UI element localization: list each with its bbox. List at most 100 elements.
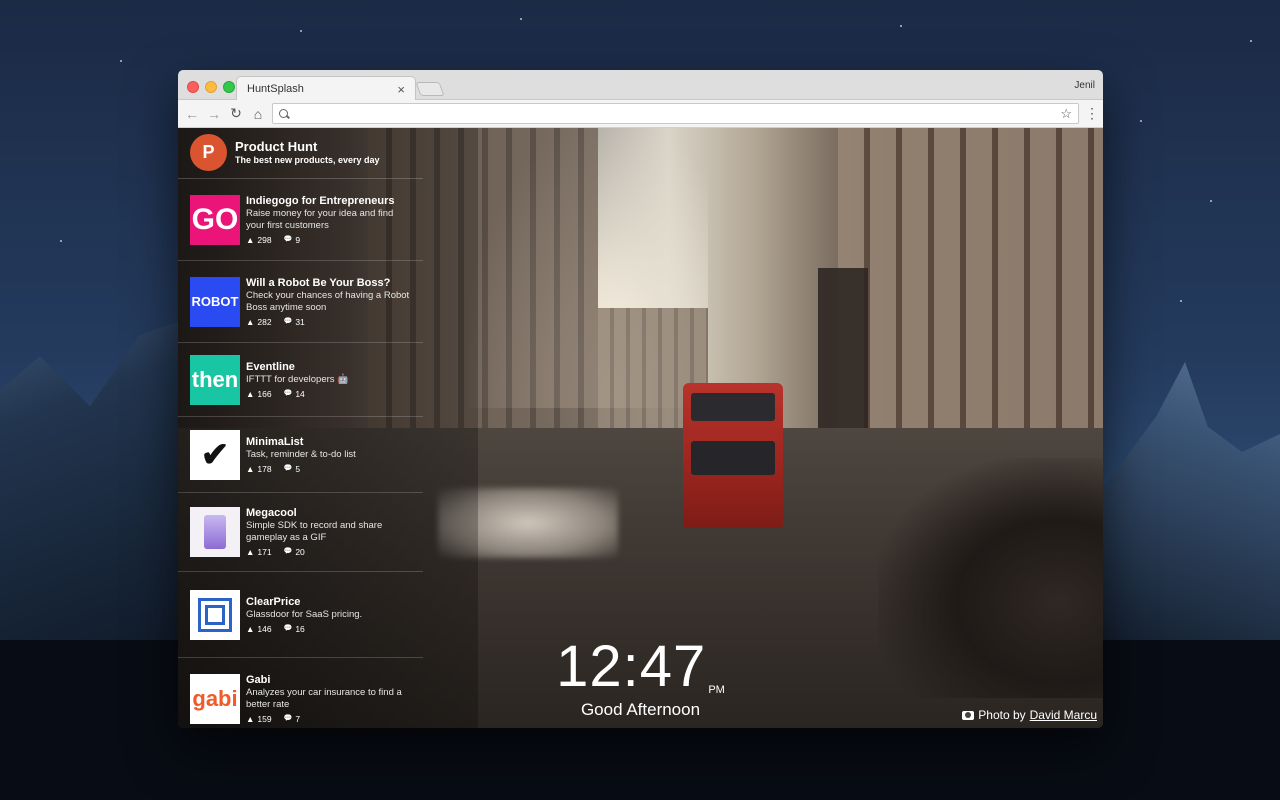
reload-icon[interactable]: ↻	[228, 105, 244, 122]
vote-number: 166	[257, 388, 272, 399]
profile-name[interactable]: Jenil	[1074, 80, 1095, 91]
vote-count[interactable]: ▲ 159	[246, 713, 272, 725]
product-list: GO Indiegogo for Entrepreneurs Raise money…	[178, 179, 423, 728]
comment-icon: 💬	[283, 317, 293, 325]
comment-icon: 💬	[283, 714, 293, 722]
product-thumbnail[interactable]	[190, 589, 240, 640]
product-body: Indiegogo for Entrepreneurs Raise money f…	[246, 194, 411, 246]
upvote-icon: ▲	[246, 713, 255, 724]
product-name[interactable]: Will a Robot Be Your Boss?	[246, 276, 411, 290]
product-stats: ▲ 146 💬 16	[246, 623, 411, 635]
tab-huntsplash[interactable]: HuntSplash ×	[236, 76, 416, 101]
product-item[interactable]: GO Indiegogo for Entrepreneurs Raise money…	[178, 179, 423, 261]
window-controls	[187, 81, 235, 93]
new-tab-button[interactable]	[415, 82, 445, 96]
forward-arrow-icon[interactable]: →	[206, 106, 222, 122]
tab-title: HuntSplash	[247, 83, 304, 95]
new-tab-page: P Product Hunt The best new products, ev…	[178, 128, 1103, 728]
comment-count[interactable]: 💬 20	[284, 546, 305, 558]
product-thumbnail[interactable]: gabi	[190, 673, 240, 724]
comment-count[interactable]: 💬 31	[284, 316, 305, 328]
product-thumbnail[interactable]: then	[190, 354, 240, 405]
vote-count[interactable]: ▲ 166	[246, 388, 272, 400]
home-icon[interactable]: ⌂	[250, 106, 266, 122]
vote-number: 298	[257, 234, 272, 245]
product-item[interactable]: then Eventline IFTTT for developers 🤖 ▲ 166 💬…	[178, 343, 423, 417]
mountain-left	[0, 314, 200, 650]
comment-number: 16	[295, 623, 305, 634]
product-name[interactable]: ClearPrice	[246, 595, 411, 609]
product-stats: ▲ 171 💬 20	[246, 546, 411, 558]
comment-icon: 💬	[283, 548, 293, 555]
product-hunt-subtitle: The best new products, every day	[235, 154, 380, 165]
product-item[interactable]: gabi Gabi Analyzes your car insurance to f…	[178, 658, 423, 728]
vote-count[interactable]: ▲ 298	[246, 234, 272, 246]
browser-menu-icon[interactable]: ⋮	[1085, 105, 1099, 122]
product-body: Eventline IFTTT for developers 🤖 ▲ 166 💬 14	[246, 360, 411, 400]
product-hunt-title: Product Hunt	[235, 138, 318, 154]
product-stats: ▲ 166 💬 14	[246, 388, 411, 400]
comment-icon: 💬	[283, 624, 293, 632]
product-thumbnail[interactable]: GO	[190, 194, 240, 245]
comment-icon: 💬	[283, 235, 293, 243]
minimize-window-button[interactable]	[205, 81, 217, 93]
comment-number: 9	[295, 234, 301, 245]
tab-close-icon[interactable]: ×	[397, 82, 405, 97]
product-body: Megacool Simple SDK to record and share g…	[246, 506, 411, 558]
comment-number: 5	[295, 463, 301, 474]
product-item[interactable]: Megacool Simple SDK to record and share g…	[178, 493, 423, 572]
close-window-button[interactable]	[187, 81, 199, 93]
product-name[interactable]: Indiegogo for Entrepreneurs	[246, 194, 411, 208]
product-hunt-header[interactable]: P Product Hunt The best new products, ev…	[178, 128, 423, 179]
maximize-window-button[interactable]	[223, 81, 235, 93]
back-arrow-icon[interactable]: ←	[184, 106, 200, 122]
vote-count[interactable]: ▲ 171	[246, 546, 272, 558]
comment-count[interactable]: 💬 7	[284, 713, 300, 725]
bookmark-star-icon[interactable]: ☆	[1060, 106, 1072, 122]
clock-ampm: PM	[708, 684, 725, 696]
upvote-icon: ▲	[246, 463, 255, 474]
product-description: Analyzes your car insurance to find a be…	[246, 686, 402, 710]
comment-icon: 💬	[283, 464, 293, 472]
product-hunt-sidebar: P Product Hunt The best new products, ev…	[178, 128, 423, 728]
comment-number: 7	[295, 713, 301, 724]
product-thumbnail[interactable]: ✔	[190, 429, 240, 480]
camera-icon	[962, 710, 975, 720]
comment-count[interactable]: 💬 5	[284, 463, 300, 475]
product-name[interactable]: Eventline	[246, 360, 411, 374]
vote-number: 171	[257, 547, 272, 557]
product-thumbnail[interactable]	[190, 507, 240, 557]
product-item[interactable]: ✔ MinimaList Task, reminder & to-do list ▲ 1…	[178, 417, 423, 493]
vote-number: 159	[257, 713, 272, 724]
product-name[interactable]: Gabi	[246, 673, 411, 687]
photo-author-link[interactable]: David Marcu	[1030, 708, 1097, 722]
comment-count[interactable]: 💬 14	[284, 388, 305, 400]
product-description: Raise money for your idea and find your …	[246, 207, 394, 231]
vote-count[interactable]: ▲ 178	[246, 463, 272, 475]
comment-number: 31	[295, 316, 305, 327]
comment-count[interactable]: 💬 16	[284, 623, 305, 635]
upvote-icon: ▲	[246, 623, 255, 634]
background-photo-pedestrians	[878, 458, 1103, 698]
vote-number: 178	[257, 463, 272, 474]
product-stats: ▲ 178 💬 5	[246, 463, 411, 475]
address-input[interactable]	[295, 106, 1055, 121]
product-thumbnail[interactable]: ROBOT	[190, 276, 240, 327]
comment-count[interactable]: 💬 9	[284, 234, 300, 246]
comment-number: 20	[295, 547, 305, 557]
product-name[interactable]: MinimaList	[246, 435, 411, 449]
product-body: MinimaList Task, reminder & to-do list ▲ 17…	[246, 435, 411, 475]
product-description: Check your chances of having a Robot Bos…	[246, 289, 410, 313]
vote-count[interactable]: ▲ 146	[246, 623, 272, 635]
clock-time: 12:47	[556, 634, 707, 699]
product-item[interactable]: ClearPrice Glassdoor for SaaS pricing. ▲ 14…	[178, 572, 423, 658]
upvote-icon: ▲	[246, 316, 255, 327]
product-item[interactable]: ROBOT Will a Robot Be Your Boss? Check you…	[178, 261, 423, 343]
product-name[interactable]: Megacool	[246, 506, 411, 520]
vote-number: 282	[257, 316, 272, 327]
product-body: ClearPrice Glassdoor for SaaS pricing. ▲ 14…	[246, 595, 411, 635]
address-bar[interactable]: ☆	[272, 103, 1079, 124]
product-hunt-logo[interactable]: P	[190, 133, 227, 171]
vote-count[interactable]: ▲ 282	[246, 316, 272, 328]
photo-credit-prefix: Photo by	[978, 708, 1026, 722]
